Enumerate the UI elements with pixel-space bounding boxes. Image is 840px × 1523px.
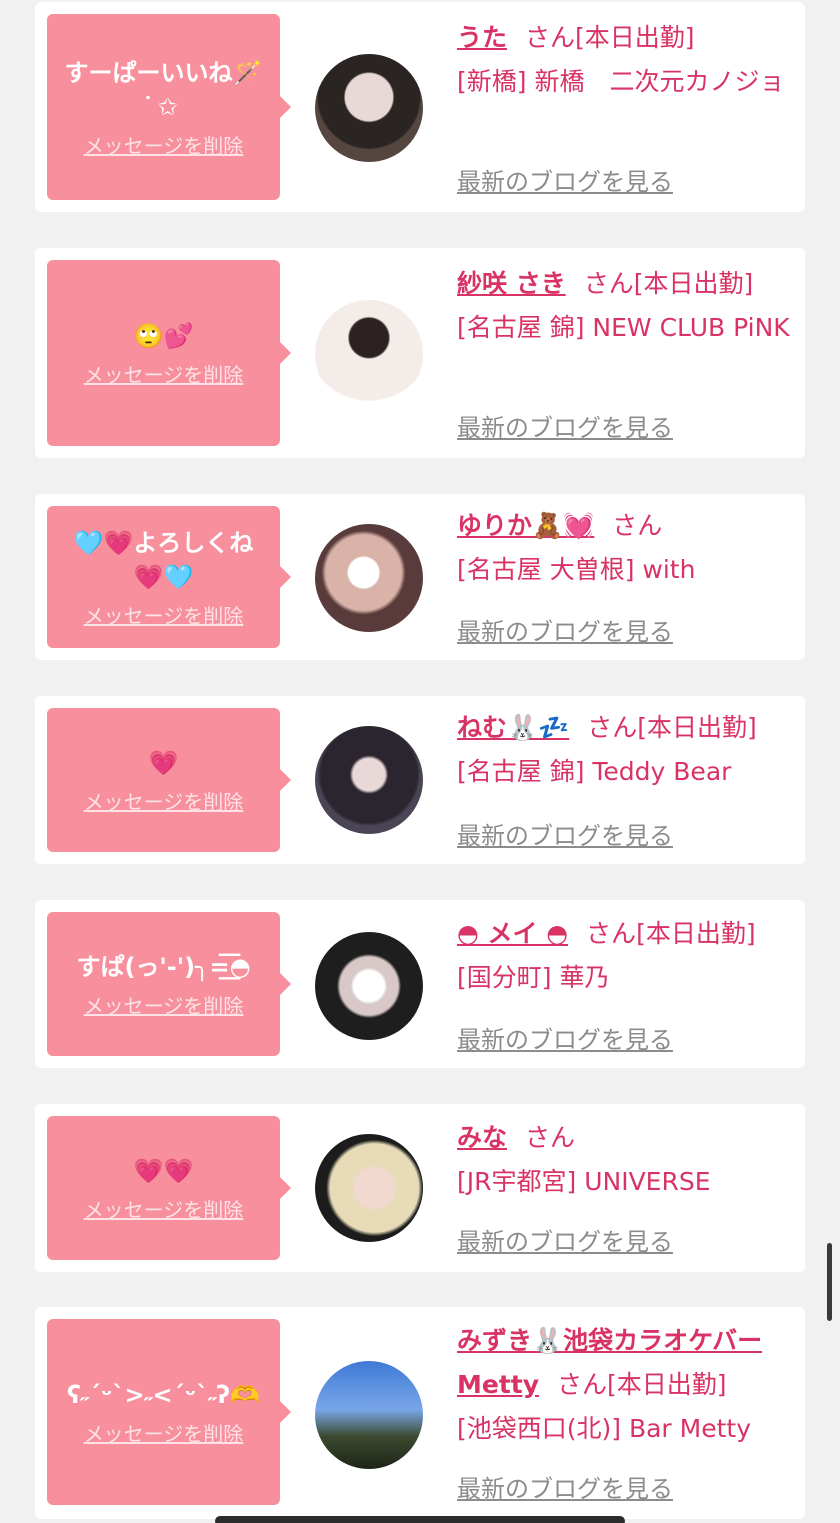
- honorific: さん: [586, 919, 637, 948]
- message-bubble: 💗 メッセージを削除: [47, 708, 291, 852]
- attendance-status: [本日出勤]: [636, 919, 756, 948]
- attendance-status: [本日出勤]: [575, 23, 695, 52]
- avatar[interactable]: [315, 300, 423, 408]
- message-card: 💗💗 メッセージを削除 みな さん [JR宇都宮] UNIVERSE 最新のブログ…: [35, 1104, 805, 1272]
- profile-name-link[interactable]: うた: [457, 23, 507, 52]
- message-bubble: すぱ(っ'-')╮=͟͟͞͞◓ メッセージを削除: [47, 912, 291, 1056]
- message-card: すぱ(っ'-')╮=͟͟͞͞◓ メッセージを削除 ◓ メイ ◓ さん[本日出勤] …: [35, 900, 805, 1068]
- message-bubble: 🩵💗よろしくね 💗🩵 メッセージを削除: [47, 506, 291, 648]
- message-card: 🩵💗よろしくね 💗🩵 メッセージを削除 ゆりか🧸💓 さん [名古屋 大曽根] wi…: [35, 494, 805, 660]
- shop-location: [国分町] 華乃: [457, 963, 610, 992]
- avatar[interactable]: [315, 524, 423, 632]
- message-text: ʕ˶ˊᵕˋ>˶<ˊᵕˋ˶ʔ🫶: [67, 1380, 260, 1409]
- shop-location: [名古屋 錦] NEW CLUB PiNK: [457, 313, 790, 342]
- avatar[interactable]: [315, 726, 423, 834]
- message-card: 💗 メッセージを削除 ねむ🐰💤 さん[本日出勤] [名古屋 錦] Teddy Be…: [35, 696, 805, 864]
- delete-message-link[interactable]: メッセージを削除: [84, 600, 244, 629]
- honorific: さん: [583, 269, 634, 298]
- honorific: さん: [525, 1123, 576, 1152]
- message-card: ʕ˶ˊᵕˋ>˶<ˊᵕˋ˶ʔ🫶 メッセージを削除 みずき🐰池袋カラオケバーMett…: [35, 1307, 805, 1519]
- shop-location: [名古屋 大曽根] with: [457, 555, 696, 584]
- message-text: 🩵💗よろしくね 💗🩵: [73, 528, 254, 591]
- profile-info: 紗咲 さき さん[本日出勤] [名古屋 錦] NEW CLUB PiNK: [457, 262, 793, 350]
- latest-blog-link[interactable]: 最新のブログを見る: [457, 408, 673, 443]
- shop-location: [新橋] 新橋 二次元カノジョ: [457, 67, 785, 96]
- profile-info: ◓ メイ ◓ さん[本日出勤] [国分町] 華乃: [457, 912, 793, 1000]
- avatar[interactable]: [315, 54, 423, 162]
- latest-blog-link[interactable]: 最新のブログを見る: [457, 816, 673, 851]
- message-text: すぱ(っ'-')╮=͟͟͞͞◓: [76, 952, 251, 981]
- profile-info: うた さん[本日出勤] [新橋] 新橋 二次元カノジョ: [457, 16, 793, 104]
- avatar[interactable]: [315, 932, 423, 1040]
- shop-location: [JR宇都宮] UNIVERSE: [457, 1167, 711, 1196]
- profile-info: ねむ🐰💤 さん[本日出勤] [名古屋 錦] Teddy Bear: [457, 706, 793, 794]
- profile-name-link[interactable]: 紗咲 さき: [457, 269, 566, 298]
- profile-info: みずき🐰池袋カラオケバーMetty さん[本日出勤] [池袋西口(北)] Bar …: [457, 1319, 793, 1451]
- message-text: 💗: [148, 748, 179, 777]
- delete-message-link[interactable]: メッセージを削除: [84, 990, 244, 1019]
- message-text: 🙄💕: [133, 321, 194, 350]
- delete-message-link[interactable]: メッセージを削除: [84, 130, 244, 159]
- message-card: すーぱーいいね🪄 ͘ ✩ メッセージを削除 うたさん[本日出勤] [新橋] 新橋…: [35, 2, 805, 212]
- delete-message-link[interactable]: メッセージを削除: [84, 1418, 244, 1447]
- avatar[interactable]: [315, 1361, 423, 1469]
- profile-info: ゆりか🧸💓 さん [名古屋 大曽根] with: [457, 504, 793, 592]
- profile-name-link[interactable]: ゆりか🧸💓: [457, 511, 594, 540]
- latest-blog-link[interactable]: 最新のブログを見る: [457, 1020, 673, 1055]
- latest-blog-link[interactable]: 最新のブログを見る: [457, 612, 673, 647]
- delete-message-link[interactable]: メッセージを削除: [84, 359, 244, 388]
- message-card: 🙄💕 メッセージを削除 紗咲 さき さん[本日出勤] [名古屋 錦] NEW CL…: [35, 248, 805, 458]
- message-bubble: すーぱーいいね🪄 ͘ ✩ メッセージを削除: [47, 14, 291, 200]
- profile-name-link[interactable]: みな: [457, 1123, 507, 1152]
- profile-name-link[interactable]: ねむ🐰💤: [457, 713, 569, 742]
- honorific: さん: [525, 23, 576, 52]
- message-text: すーぱーいいね🪄 ͘ ✩: [64, 58, 263, 121]
- honorific: さん: [557, 1370, 608, 1399]
- attendance-status: [本日出勤]: [607, 1370, 727, 1399]
- delete-message-link[interactable]: メッセージを削除: [84, 1194, 244, 1223]
- latest-blog-link[interactable]: 最新のブログを見る: [457, 1469, 673, 1504]
- message-text: 💗💗: [133, 1156, 194, 1185]
- message-list-page: すーぱーいいね🪄 ͘ ✩ メッセージを削除 うたさん[本日出勤] [新橋] 新橋…: [0, 0, 840, 1523]
- profile-info: みな さん [JR宇都宮] UNIVERSE: [457, 1116, 793, 1204]
- scrollbar[interactable]: [827, 1243, 832, 1321]
- home-indicator: [215, 1516, 625, 1523]
- honorific: さん: [587, 713, 638, 742]
- latest-blog-link[interactable]: 最新のブログを見る: [457, 1222, 673, 1257]
- attendance-status: [本日出勤]: [637, 713, 757, 742]
- latest-blog-link[interactable]: 最新のブログを見る: [457, 162, 673, 197]
- message-bubble: ʕ˶ˊᵕˋ>˶<ˊᵕˋ˶ʔ🫶 メッセージを削除: [47, 1319, 291, 1505]
- delete-message-link[interactable]: メッセージを削除: [84, 786, 244, 815]
- message-bubble: 💗💗 メッセージを削除: [47, 1116, 291, 1260]
- honorific: さん: [612, 511, 663, 540]
- message-bubble: 🙄💕 メッセージを削除: [47, 260, 291, 446]
- avatar[interactable]: [315, 1134, 423, 1242]
- shop-location: [池袋西口(北)] Bar Metty: [457, 1414, 752, 1443]
- shop-location: [名古屋 錦] Teddy Bear: [457, 757, 732, 786]
- attendance-status: [本日出勤]: [633, 269, 754, 298]
- profile-name-link[interactable]: ◓ メイ ◓: [457, 919, 568, 948]
